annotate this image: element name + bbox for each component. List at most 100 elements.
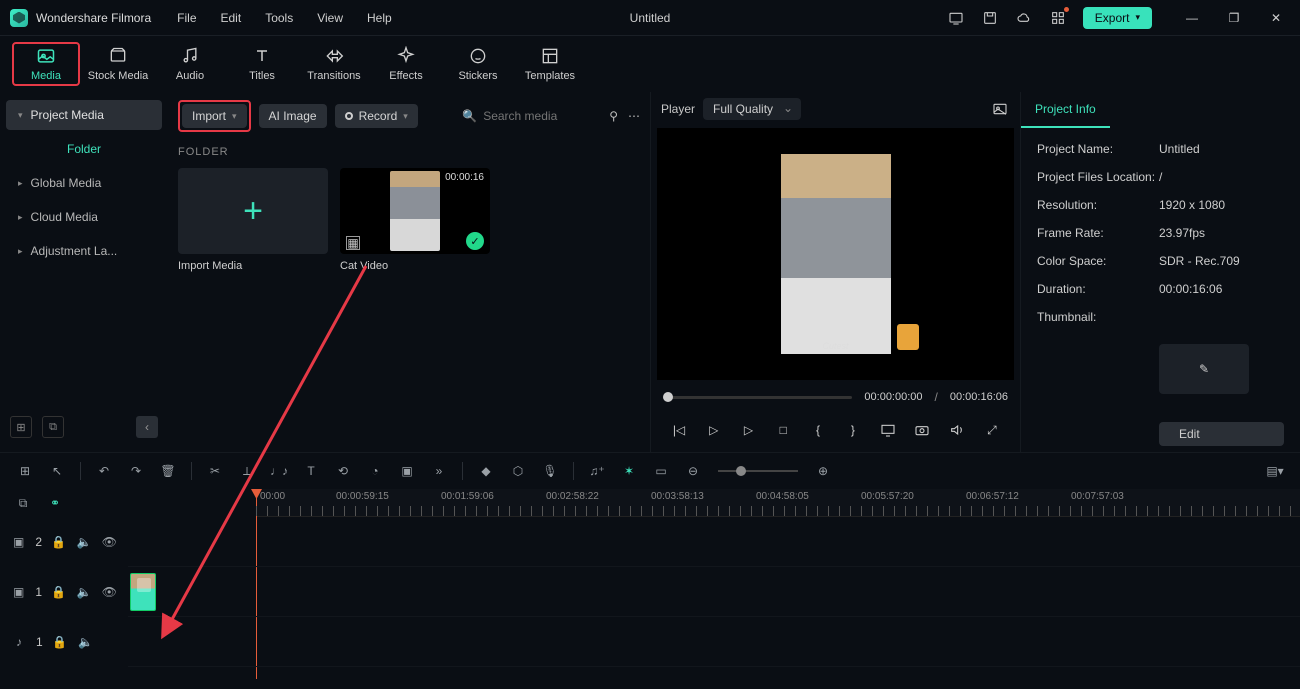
snapshot-image-icon[interactable] xyxy=(990,99,1010,119)
tab-project-info[interactable]: Project Info xyxy=(1021,92,1110,128)
more-tl-button[interactable]: » xyxy=(426,458,452,484)
menu-tools[interactable]: Tools xyxy=(265,11,293,25)
visibility-icon[interactable]: 👁 xyxy=(101,535,118,549)
color-button[interactable]: ◔ xyxy=(362,458,388,484)
record-dot-icon xyxy=(345,112,353,120)
lock-icon[interactable]: 🔒 xyxy=(51,635,69,649)
delete-button[interactable]: 🗑 xyxy=(155,458,181,484)
tab-effects[interactable]: Effects xyxy=(372,46,440,82)
timeline-clip-cat-video[interactable] xyxy=(130,573,156,611)
sidebar-global-media[interactable]: ▸Global Media xyxy=(6,168,162,198)
sidebar-adjustment-layer[interactable]: ▸Adjustment La... xyxy=(6,236,162,266)
tab-transitions[interactable]: Transitions xyxy=(300,46,368,82)
tab-audio-label: Audio xyxy=(176,70,204,82)
menu-edit[interactable]: Edit xyxy=(221,11,242,25)
device-icon[interactable] xyxy=(947,9,965,27)
speed-button[interactable]: ♩♪ xyxy=(266,458,292,484)
video-preview[interactable]: Cutest xyxy=(657,128,1014,380)
text-button[interactable]: T xyxy=(298,458,324,484)
ai-image-label: AI Image xyxy=(269,109,317,123)
zoom-out-button[interactable]: ⊖ xyxy=(680,458,706,484)
cloud-icon[interactable] xyxy=(1015,9,1033,27)
tab-media[interactable]: Media xyxy=(12,42,80,86)
collapse-sidebar-button[interactable]: ‹ xyxy=(136,416,158,438)
tl-cursor-icon[interactable]: ↖ xyxy=(44,458,70,484)
menu-help[interactable]: Help xyxy=(367,11,392,25)
prev-frame-button[interactable]: |◁ xyxy=(667,418,691,442)
mute-icon[interactable]: 🔈 xyxy=(75,585,92,599)
export-button[interactable]: Export▾ xyxy=(1083,7,1152,29)
voiceover-button[interactable]: 🎙 xyxy=(537,458,563,484)
minimize-button[interactable]: — xyxy=(1178,4,1206,32)
play-outline-button[interactable]: ▷ xyxy=(737,418,761,442)
maximize-button[interactable]: ❐ xyxy=(1220,4,1248,32)
tab-audio[interactable]: Audio xyxy=(156,46,224,82)
menu-file[interactable]: File xyxy=(177,11,196,25)
folder-link[interactable]: Folder xyxy=(6,134,162,164)
mute-icon[interactable]: 🔈 xyxy=(75,535,92,549)
visibility-icon[interactable]: 👁 xyxy=(101,585,118,599)
ai-image-button[interactable]: AI Image xyxy=(259,104,327,128)
record-button[interactable]: Record▾ xyxy=(335,104,418,128)
audio-track-1-lane[interactable] xyxy=(128,617,1300,667)
keyframe-button[interactable]: ◆ xyxy=(473,458,499,484)
zoom-in-button[interactable]: ⊕ xyxy=(810,458,836,484)
cat-video-tile[interactable]: 00:00:16 ▦ ✓ xyxy=(340,168,490,254)
video-track-1-head[interactable]: ▣1 🔒 🔈 👁 xyxy=(0,567,128,617)
audio-mixer-button[interactable]: ♫⁺ xyxy=(584,458,610,484)
scrub-bar[interactable] xyxy=(663,396,852,399)
import-media-tile[interactable]: + xyxy=(178,168,328,254)
close-button[interactable]: ✕ xyxy=(1262,4,1290,32)
link-icon[interactable]: ⚭ xyxy=(46,496,64,510)
timeline-ruler[interactable]: 00:00 00:00:59:15 00:01:59:06 00:02:58:2… xyxy=(256,489,1300,517)
marker-button[interactable]: ⬡ xyxy=(505,458,531,484)
filter-icon[interactable]: ⚲ xyxy=(609,109,618,123)
info-key-colorspace: Color Space: xyxy=(1037,254,1159,268)
sidebar-cloud-media[interactable]: ▸Cloud Media xyxy=(6,202,162,232)
thumbnail-box[interactable]: ✎ xyxy=(1159,344,1249,394)
menu-view[interactable]: View xyxy=(317,11,343,25)
bin-icon[interactable]: ⧉ xyxy=(42,416,64,438)
tab-stock-media[interactable]: Stock Media xyxy=(84,46,152,82)
tl-layout-icon[interactable]: ⊞ xyxy=(12,458,38,484)
display-icon[interactable] xyxy=(876,418,900,442)
magnetic-button[interactable]: ✶ xyxy=(616,458,642,484)
tab-templates[interactable]: Templates xyxy=(516,46,584,82)
lock-icon[interactable]: 🔒 xyxy=(50,585,67,599)
video-track-2-lane[interactable] xyxy=(128,517,1300,567)
zoom-slider[interactable] xyxy=(718,470,798,472)
apps-icon[interactable] xyxy=(1049,9,1067,27)
video-track-2-head[interactable]: ▣2 🔒 🔈 👁 xyxy=(0,517,128,567)
mute-icon[interactable]: 🔈 xyxy=(77,635,95,649)
import-button[interactable]: Import▾ xyxy=(182,104,247,128)
redo-button[interactable]: ↷ xyxy=(123,458,149,484)
save-icon[interactable] xyxy=(981,9,999,27)
rotate-button[interactable]: ⟲ xyxy=(330,458,356,484)
timeline-options-icon[interactable]: ⧉ xyxy=(14,496,32,511)
volume-icon[interactable] xyxy=(945,418,969,442)
render-preview-button[interactable]: ▭ xyxy=(648,458,674,484)
properties-icon[interactable]: ▦ xyxy=(346,236,360,250)
track-view-button[interactable]: ▤▾ xyxy=(1262,458,1288,484)
project-media-button[interactable]: ▾Project Media xyxy=(6,100,162,130)
tab-stickers[interactable]: Stickers xyxy=(444,46,512,82)
mark-in-button[interactable]: { xyxy=(806,418,830,442)
edit-button[interactable]: Edit xyxy=(1159,422,1284,446)
video-track-1-lane[interactable] xyxy=(128,567,1300,617)
fullscreen-icon[interactable]: ⤢ xyxy=(980,418,1004,442)
new-folder-icon[interactable]: ⊞ xyxy=(10,416,32,438)
camera-icon[interactable] xyxy=(910,418,934,442)
mask-button[interactable]: ▣ xyxy=(394,458,420,484)
audio-track-1-head[interactable]: ♪1 🔒 🔈 xyxy=(0,617,128,667)
search-input[interactable] xyxy=(483,109,593,123)
quality-dropdown[interactable]: Full Quality xyxy=(703,98,801,120)
stop-button[interactable]: □ xyxy=(771,418,795,442)
lock-icon[interactable]: 🔒 xyxy=(50,535,67,549)
play-button[interactable]: ▷ xyxy=(702,418,726,442)
mark-out-button[interactable]: } xyxy=(841,418,865,442)
tab-titles[interactable]: Titles xyxy=(228,46,296,82)
more-icon[interactable]: ⋯ xyxy=(628,109,640,123)
crop-button[interactable]: ⟂ xyxy=(234,458,260,484)
split-button[interactable]: ✂ xyxy=(202,458,228,484)
undo-button[interactable]: ↶ xyxy=(91,458,117,484)
